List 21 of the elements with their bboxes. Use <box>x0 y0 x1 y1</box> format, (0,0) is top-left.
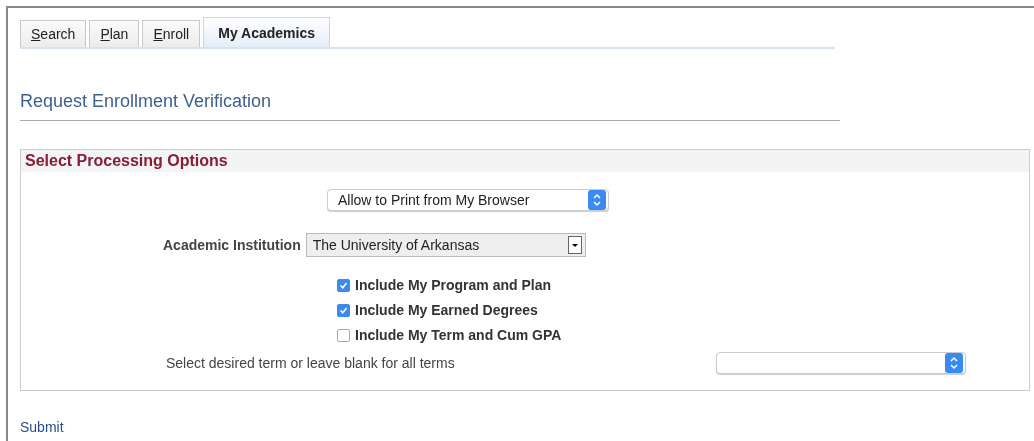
stepper-icon <box>588 190 606 210</box>
term-select[interactable] <box>716 352 966 374</box>
print-option-select[interactable]: Allow to Print from My Browser <box>327 189 609 211</box>
term-label: Select desired term or leave blank for all terms <box>166 355 456 371</box>
checkbox[interactable] <box>337 278 350 292</box>
tab[interactable]: My Academics <box>203 17 330 47</box>
checkbox-label: Include My Program and Plan <box>355 277 552 293</box>
tab[interactable]: Enroll <box>142 20 201 47</box>
page-title: Request Enrollment Verification <box>20 91 840 121</box>
tab[interactable]: Plan <box>89 20 140 47</box>
checkbox-label: Include My Earned Degrees <box>355 302 538 318</box>
checkbox[interactable] <box>337 303 350 317</box>
tab[interactable]: Search <box>20 20 87 47</box>
section-header: Select Processing Options <box>21 150 1029 172</box>
stepper-icon <box>945 353 963 373</box>
submit-link[interactable]: Submit <box>20 419 64 435</box>
institution-select[interactable]: The University of Arkansas <box>305 233 586 257</box>
checkbox[interactable] <box>337 328 350 342</box>
checkbox-label: Include My Term and Cum GPA <box>355 327 562 343</box>
institution-label: Academic Institution <box>163 237 301 253</box>
dropdown-icon <box>567 236 582 254</box>
